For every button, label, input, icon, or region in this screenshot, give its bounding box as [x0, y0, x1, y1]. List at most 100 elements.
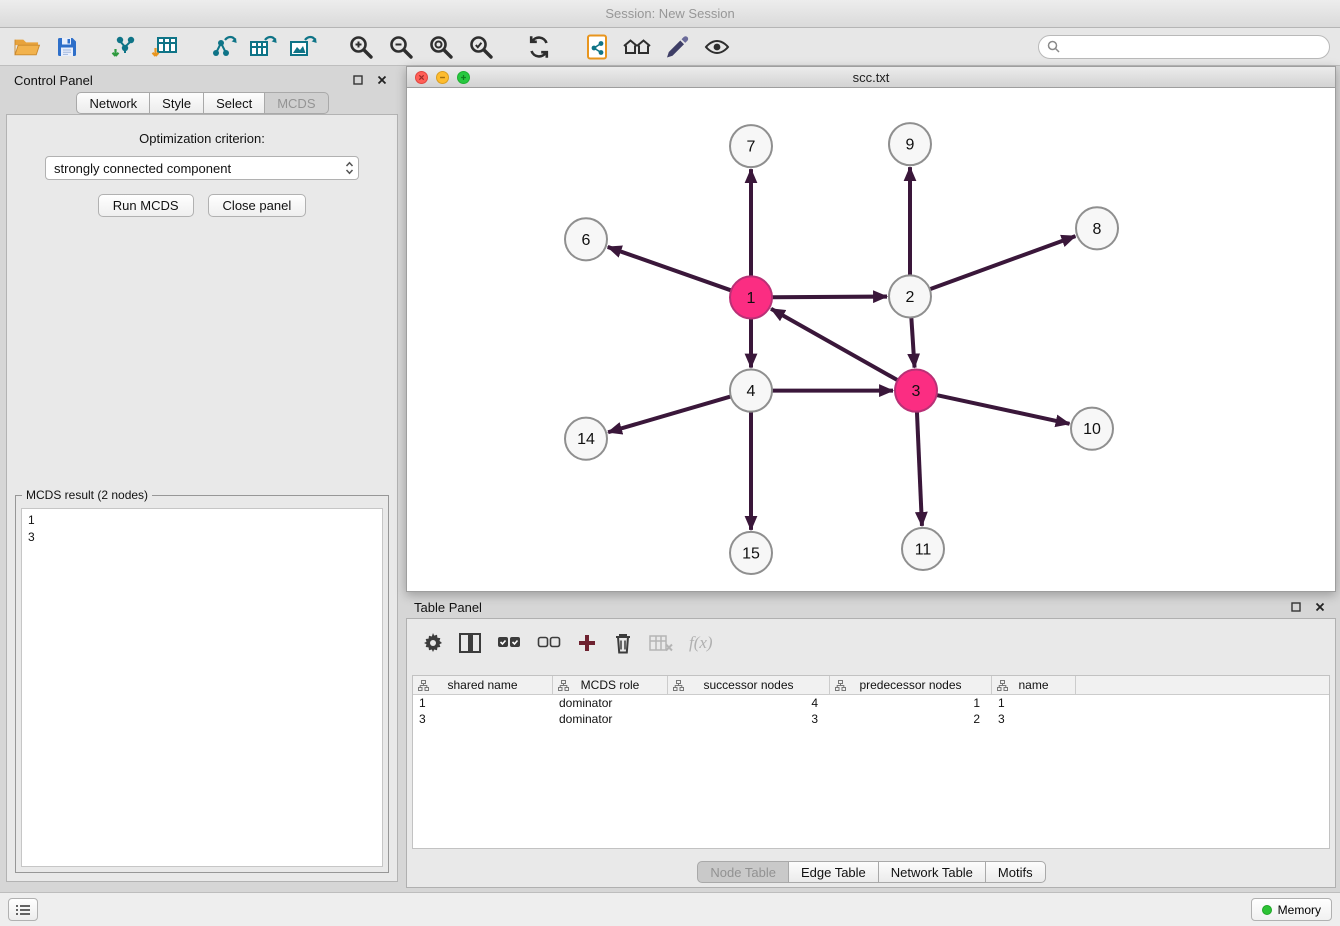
svg-text:3: 3 — [912, 383, 921, 400]
export-table-button[interactable] — [246, 31, 280, 63]
graph-node-7[interactable]: 7 — [730, 125, 772, 167]
svg-text:14: 14 — [577, 431, 595, 448]
minimize-window-button[interactable] — [436, 71, 449, 84]
annotations-button[interactable] — [660, 31, 694, 63]
export-image-button[interactable] — [286, 31, 320, 63]
tab-mcds[interactable]: MCDS — [264, 92, 328, 114]
close-mcds-panel-button[interactable]: Close panel — [208, 194, 307, 217]
clear-table-icon — [649, 634, 673, 652]
zoom-fit-button[interactable] — [424, 31, 458, 63]
zoom-in-button[interactable] — [344, 31, 378, 63]
unselect-all-button[interactable] — [537, 628, 561, 658]
graph-node-2[interactable]: 2 — [889, 275, 931, 317]
edge-2-3[interactable] — [911, 317, 914, 367]
clear-table-button[interactable] — [649, 628, 673, 658]
column-header-predecessor-nodes[interactable]: predecessor nodes — [830, 676, 992, 694]
graph-node-14[interactable]: 14 — [565, 418, 607, 460]
memory-label: Memory — [1278, 903, 1321, 917]
graph-node-6[interactable]: 6 — [565, 218, 607, 260]
tab-motifs[interactable]: Motifs — [985, 861, 1046, 883]
edge-3-11[interactable] — [917, 412, 922, 526]
network-window: scc.txt 7 9 6 8 1 2 4 3 14 10 15 11 — [406, 66, 1336, 592]
function-builder-button[interactable]: f(x) — [689, 628, 713, 658]
open-session-button[interactable] — [10, 31, 44, 63]
export-table-icon — [249, 34, 277, 60]
mcds-result-list[interactable]: 13 — [21, 508, 383, 867]
table-cell: 3 — [992, 711, 1076, 727]
column-header-shared-name[interactable]: shared name — [413, 676, 553, 694]
float-panel-button[interactable] — [350, 72, 366, 88]
criterion-select[interactable]: strongly connected component — [45, 156, 359, 180]
graph-node-1[interactable]: 1 — [730, 276, 772, 318]
zoom-selected-button[interactable] — [464, 31, 498, 63]
add-row-button[interactable] — [577, 628, 597, 658]
apply-layout-button[interactable] — [522, 31, 556, 63]
edge-4-14[interactable] — [608, 396, 731, 432]
column-sort-icon — [558, 680, 569, 691]
network-overview-button[interactable] — [580, 31, 614, 63]
edge-1-2[interactable] — [772, 297, 887, 298]
import-table-button[interactable] — [148, 31, 182, 63]
export-network-button[interactable] — [206, 31, 240, 63]
insert-column-button[interactable] — [459, 628, 481, 658]
svg-text:7: 7 — [747, 139, 756, 156]
gear-icon — [423, 633, 443, 653]
task-history-button[interactable] — [8, 898, 38, 921]
graph-node-10[interactable]: 10 — [1071, 408, 1113, 450]
close-panel-button[interactable] — [374, 72, 390, 88]
column-header-name[interactable]: name — [992, 676, 1076, 694]
tab-network-table[interactable]: Network Table — [878, 861, 986, 883]
close-table-panel-button[interactable] — [1312, 599, 1328, 615]
tab-select[interactable]: Select — [203, 92, 265, 114]
svg-text:11: 11 — [915, 541, 932, 558]
network-canvas[interactable]: 7 9 6 8 1 2 4 3 14 10 15 11 — [407, 88, 1335, 591]
close-window-button[interactable] — [415, 71, 428, 84]
mcds-result-item: 1 — [28, 512, 376, 529]
delete-row-button[interactable] — [613, 628, 633, 658]
zoom-in-icon — [347, 33, 375, 61]
float-table-panel-button[interactable] — [1288, 599, 1304, 615]
run-mcds-button[interactable]: Run MCDS — [98, 194, 194, 217]
search-input[interactable] — [1065, 40, 1321, 54]
edge-2-8[interactable] — [930, 236, 1076, 289]
import-network-icon — [111, 34, 139, 60]
graph-node-8[interactable]: 8 — [1076, 207, 1118, 249]
save-session-button[interactable] — [50, 31, 84, 63]
column-header-successor-nodes[interactable]: successor nodes — [668, 676, 830, 694]
graph-node-15[interactable]: 15 — [730, 532, 772, 574]
graph-node-4[interactable]: 4 — [730, 370, 772, 412]
tab-edge-table[interactable]: Edge Table — [788, 861, 879, 883]
search-box[interactable] — [1038, 35, 1330, 59]
graph-node-9[interactable]: 9 — [889, 123, 931, 165]
table-row[interactable]: 3dominator323 — [413, 711, 1329, 727]
status-bar: Memory — [0, 892, 1340, 926]
select-all-button[interactable] — [497, 628, 521, 658]
zoom-out-button[interactable] — [384, 31, 418, 63]
main-toolbar — [0, 28, 1340, 66]
memory-button[interactable]: Memory — [1251, 898, 1332, 921]
import-network-button[interactable] — [108, 31, 142, 63]
graph-node-11[interactable]: 11 — [902, 528, 944, 570]
first-neighbors-button[interactable] — [620, 31, 654, 63]
show-hide-button[interactable] — [700, 31, 734, 63]
mcds-panel: Optimization criterion: strongly connect… — [6, 114, 398, 882]
trash-icon — [613, 632, 633, 654]
table-row[interactable]: 1dominator411 — [413, 695, 1329, 711]
zoom-out-icon — [387, 33, 415, 61]
maximize-window-button[interactable] — [457, 71, 470, 84]
close-icon — [1315, 602, 1325, 612]
tab-style[interactable]: Style — [149, 92, 204, 114]
edge-3-10[interactable] — [937, 395, 1070, 424]
edge-3-1[interactable] — [771, 309, 898, 381]
edge-1-6[interactable] — [608, 247, 731, 290]
tab-node-table[interactable]: Node Table — [697, 861, 789, 883]
graph-node-3[interactable]: 3 — [895, 370, 937, 412]
network-window-titlebar[interactable]: scc.txt — [406, 66, 1336, 88]
window-title: Session: New Session — [605, 6, 734, 21]
column-settings-button[interactable] — [423, 628, 443, 658]
column-sort-icon — [997, 680, 1008, 691]
tab-network[interactable]: Network — [76, 92, 150, 114]
column-header-mcds-role[interactable]: MCDS role — [553, 676, 668, 694]
zoom-group — [344, 31, 498, 63]
column-sort-icon — [418, 680, 429, 691]
